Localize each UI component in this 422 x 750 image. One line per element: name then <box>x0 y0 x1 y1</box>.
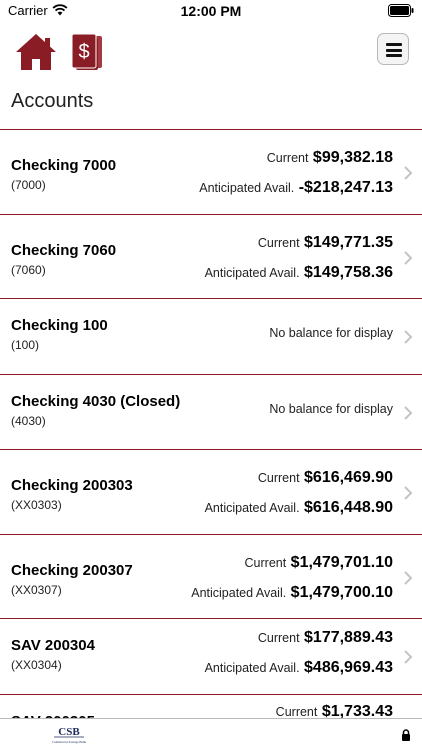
anticipated-label: Anticipated Avail. <box>191 585 287 600</box>
anticipated-balance: $486,969.43 <box>304 659 393 676</box>
anticipated-balance: $1,479,700.10 <box>290 583 393 601</box>
anticipated-label: Anticipated Avail. <box>204 265 300 280</box>
account-number: (4030) <box>11 413 46 428</box>
current-balance: $1,733.43 <box>321 702 393 720</box>
accounts-list: Checking 7000 (7000) Current $99,382.18 … <box>0 129 422 750</box>
home-button[interactable] <box>14 32 58 72</box>
current-balance-line: Current $177,889.43 <box>258 629 393 647</box>
account-name: Checking 100 <box>11 317 108 334</box>
account-name: Checking 200303 <box>11 477 133 494</box>
account-row[interactable]: Checking 200303 (XX0303) Current $616,46… <box>0 450 422 535</box>
account-name: Checking 4030 (Closed) <box>11 392 181 410</box>
chevron-right-icon <box>404 250 413 265</box>
hamburger-icon-bar <box>386 54 402 57</box>
page-title: Accounts <box>11 90 94 112</box>
logo-subtext: Commercial Savings Bank <box>52 740 87 744</box>
current-balance-line: Current $99,382.18 <box>267 149 393 167</box>
anticipated-balance: $616,448.90 <box>304 499 393 516</box>
hamburger-icon-bar <box>386 48 402 52</box>
account-number: (XX0304) <box>11 658 62 672</box>
account-row[interactable]: SAV 200304 (XX0304) Current $177,889.43 … <box>0 619 422 695</box>
status-bar: Carrier 12:00 PM <box>0 0 422 22</box>
logo-mark: CSB <box>58 726 80 738</box>
chevron-right-icon <box>404 570 413 585</box>
current-balance-line: Current $616,469.90 <box>258 469 393 487</box>
toolbar: $ <box>0 22 422 82</box>
no-balance-text: No balance for display <box>269 326 393 340</box>
bank-logo: CSB Commercial Savings Bank <box>48 724 90 746</box>
account-row[interactable]: Checking 200307 (XX0307) Current $1,479,… <box>0 535 422 619</box>
anticipated-label: Anticipated Avail. <box>204 501 300 515</box>
current-balance: $1,479,701.10 <box>290 553 393 571</box>
account-name: Checking 200307 <box>11 561 133 579</box>
chevron-right-icon <box>404 330 413 344</box>
account-name: Checking 7060 <box>11 241 117 259</box>
account-row[interactable]: Checking 7060 (7060) Current $149,771.35… <box>0 215 422 299</box>
current-balance: $99,382.18 <box>312 149 393 166</box>
home-icon <box>16 34 56 70</box>
account-name: SAV 200304 <box>11 637 95 654</box>
anticipated-balance: $149,758.36 <box>304 263 393 281</box>
current-balance: $616,469.90 <box>304 469 393 486</box>
account-number: (XX0303) <box>11 498 62 512</box>
bottom-bar: CSB Commercial Savings Bank <box>0 718 422 750</box>
money-button[interactable]: $ <box>70 32 106 72</box>
account-row[interactable]: Checking 4030 (Closed) (4030) No balance… <box>0 375 422 450</box>
anticipated-balance-line: Anticipated Avail. $616,448.90 <box>205 499 393 517</box>
anticipated-balance: -$218,247.13 <box>298 179 393 196</box>
account-number: (7000) <box>11 178 46 192</box>
current-label: Current <box>257 631 300 645</box>
svg-text:$: $ <box>78 41 89 63</box>
account-row[interactable]: Checking 7000 (7000) Current $99,382.18 … <box>0 130 422 215</box>
account-number: (XX0307) <box>11 582 62 597</box>
anticipated-label: Anticipated Avail. <box>204 661 300 675</box>
current-label: Current <box>257 471 300 485</box>
anticipated-balance-line: Anticipated Avail. $486,969.43 <box>205 659 393 677</box>
current-label: Current <box>266 151 309 165</box>
current-balance-line: Current $149,771.35 <box>258 234 393 252</box>
account-name: Checking 7000 <box>11 157 117 174</box>
battery-icon <box>388 4 414 17</box>
dollar-document-icon: $ <box>71 33 102 70</box>
current-label: Current <box>257 235 300 250</box>
chevron-right-icon <box>404 405 413 420</box>
chevron-right-icon <box>404 166 413 180</box>
account-row[interactable]: Checking 100 (100) No balance for displa… <box>0 299 422 375</box>
account-number: (100) <box>11 338 40 352</box>
current-balance-line: Current $1,479,701.10 <box>245 554 393 572</box>
account-number: (7060) <box>11 262 46 277</box>
hamburger-icon <box>386 43 402 46</box>
current-balance: $177,889.43 <box>304 629 393 646</box>
anticipated-balance-line: Anticipated Avail. $1,479,700.10 <box>191 584 393 602</box>
chevron-right-icon <box>404 650 413 664</box>
current-label: Current <box>275 704 318 719</box>
anticipated-balance-line: Anticipated Avail. -$218,247.13 <box>199 179 393 197</box>
anticipated-balance-line: Anticipated Avail. $149,758.36 <box>205 264 393 282</box>
no-balance-text: No balance for display <box>269 401 393 416</box>
menu-button[interactable] <box>377 33 409 65</box>
current-label: Current <box>244 555 287 570</box>
lock-icon <box>402 729 410 741</box>
current-balance: $149,771.35 <box>304 233 393 251</box>
chevron-right-icon <box>404 486 413 500</box>
anticipated-label: Anticipated Avail. <box>199 181 295 195</box>
status-time: 12:00 PM <box>180 3 242 19</box>
